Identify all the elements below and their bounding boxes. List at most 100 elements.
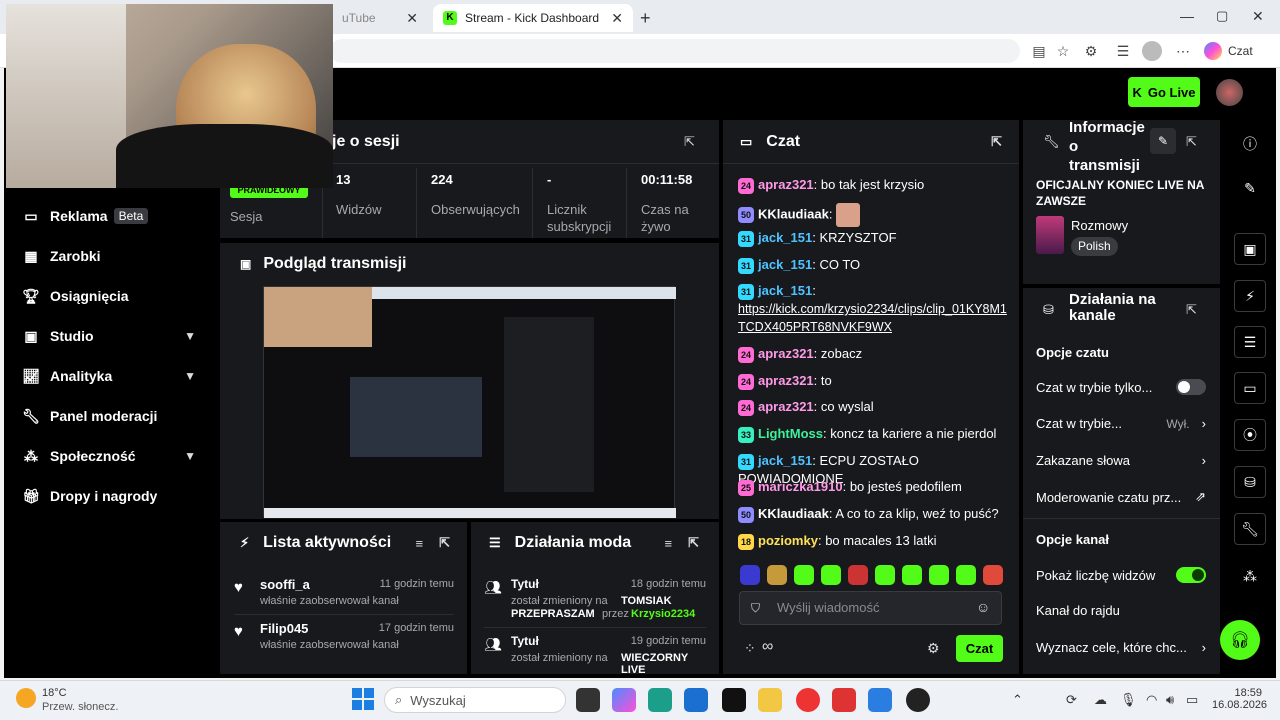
more-icon[interactable]: ⋯ xyxy=(1172,40,1194,62)
points-icon[interactable]: ⁘ xyxy=(744,640,756,657)
wrench-icon[interactable]: 🔧︎ xyxy=(1234,513,1266,545)
weather-temp[interactable]: 18°C xyxy=(42,687,67,699)
sidebar-item-analityka[interactable]: 📈︎ Analityka ▼ xyxy=(22,364,196,388)
popout-icon[interactable]: ⇱ xyxy=(688,535,699,551)
filter-icon[interactable]: ≡ xyxy=(416,536,424,551)
sidebar-item-osiagniecia[interactable]: 🏆︎ Osiągnięcia xyxy=(22,284,202,308)
mod-action-moderator[interactable]: Krzysio2234 xyxy=(631,608,695,620)
community-icon[interactable]: ⁂ xyxy=(1234,560,1266,592)
emote-icon[interactable] xyxy=(875,565,895,585)
emote-icon[interactable] xyxy=(848,565,868,585)
cloud-icon[interactable]: ☁ xyxy=(1094,692,1107,708)
emote-icon[interactable] xyxy=(821,565,841,585)
battery-icon[interactable]: ▭ xyxy=(1186,692,1198,708)
chat-username[interactable]: jack_151 xyxy=(758,283,812,298)
popout-icon[interactable]: ⇱ xyxy=(991,134,1002,150)
emote-icon[interactable] xyxy=(929,565,949,585)
sidebar-item-dropy[interactable]: 🎁︎ Dropy i nagrody xyxy=(22,484,202,508)
chat-username[interactable]: apraz321 xyxy=(758,177,814,192)
stream-preview-video[interactable] xyxy=(263,286,676,518)
chat-mode-row[interactable]: Czat w trybie... Wył. › xyxy=(1036,416,1206,431)
tab-youtube[interactable]: uTube ✕ xyxy=(332,4,428,32)
reader-icon[interactable]: ▤ xyxy=(1028,40,1050,62)
store-icon[interactable] xyxy=(684,688,708,712)
wifi-icon[interactable]: ◠ xyxy=(1146,692,1157,708)
sync-icon[interactable]: ⟳ xyxy=(1066,692,1077,708)
support-icon[interactable]: 🎧︎ xyxy=(1220,620,1260,660)
star-icon[interactable]: ☆ xyxy=(1052,40,1074,62)
taskbar-search[interactable]: ⌕ Wyszukaj xyxy=(384,687,566,713)
chat-username[interactable]: jack_151 xyxy=(758,230,812,245)
popout-icon[interactable]: ⇱ xyxy=(439,535,450,551)
clock[interactable]: 18:59 16.08.2026 xyxy=(1212,687,1267,711)
sidebar-item-spolecznosc[interactable]: ⁂ Społeczność ▼ xyxy=(22,444,196,468)
chat-username[interactable]: KKlaudiaak xyxy=(758,506,829,521)
mic-icon[interactable]: 🎙︎ xyxy=(1120,692,1137,708)
copilot-label[interactable]: Czat xyxy=(1228,44,1253,58)
favorites-icon[interactable]: ☰ xyxy=(1112,40,1134,62)
activity-user[interactable]: sooffi_a xyxy=(260,577,310,592)
banned-words-row[interactable]: Zakazane słowa › xyxy=(1036,453,1206,468)
new-tab-icon[interactable]: + xyxy=(640,8,651,29)
profile-avatar[interactable] xyxy=(1142,41,1162,61)
explorer-icon[interactable] xyxy=(758,688,782,712)
capcut-icon[interactable] xyxy=(722,688,746,712)
sidebar-item-zarobki[interactable]: ▦ Zarobki xyxy=(22,244,202,268)
sidebar-item-reklama[interactable]: ▭ Reklama Beta xyxy=(22,204,202,228)
extensions-icon[interactable]: ⚙ xyxy=(1080,40,1102,62)
copilot-icon[interactable] xyxy=(1204,42,1222,60)
weather-desc[interactable]: Przew. słonecz. xyxy=(42,701,118,713)
gear-icon[interactable]: ⚙ xyxy=(927,640,940,657)
emote-icon[interactable] xyxy=(902,565,922,585)
emoji-icon[interactable]: ☺ xyxy=(976,599,990,615)
broadcast-icon[interactable]: ⦿ xyxy=(1234,419,1266,451)
chevron-up-icon[interactable]: ⌃ xyxy=(1012,692,1023,708)
raid-channel-row[interactable]: Kanał do rajdu xyxy=(1036,603,1206,618)
emote-icon[interactable] xyxy=(740,565,760,585)
chat-username[interactable]: apraz321 xyxy=(758,399,814,414)
emote-icon[interactable] xyxy=(794,565,814,585)
chat-link[interactable]: https://kick.com/krzysio2234/clips/clip_… xyxy=(738,302,1007,334)
minimize-icon[interactable]: — xyxy=(1180,8,1194,24)
maximize-icon[interactable]: ▢ xyxy=(1216,8,1228,24)
sidebar-item-studio[interactable]: ▣ Studio ▼ xyxy=(22,324,196,348)
popout-icon[interactable]: ⇱ xyxy=(1186,302,1197,318)
close-icon[interactable]: ✕ xyxy=(406,10,418,27)
wps-icon[interactable] xyxy=(832,688,856,712)
weather-icon[interactable] xyxy=(16,688,36,708)
task-view-icon[interactable] xyxy=(576,688,600,712)
edit-icon[interactable]: ✎ xyxy=(1150,128,1176,154)
send-chat-button[interactable]: Czat xyxy=(956,635,1003,662)
chat-username[interactable]: KKlaudiaak xyxy=(758,206,829,221)
chat-username[interactable]: jack_151 xyxy=(758,257,812,272)
user-avatar[interactable] xyxy=(1216,79,1243,106)
emote-icon[interactable] xyxy=(767,565,787,585)
emote-icon[interactable] xyxy=(983,565,1003,585)
go-live-button[interactable]: K Go Live xyxy=(1128,77,1200,107)
toggle-switch[interactable] xyxy=(1176,379,1206,395)
set-goals-row[interactable]: Wyznacz cele, które chc... › xyxy=(1036,640,1206,655)
obs-icon[interactable] xyxy=(906,688,930,712)
list-icon[interactable]: ☰ xyxy=(1234,326,1266,358)
url-field[interactable] xyxy=(330,39,1020,63)
chat-icon[interactable]: ▭ xyxy=(1234,372,1266,404)
tab-kick-dashboard[interactable]: K Stream - Kick Dashboard ✕ xyxy=(433,4,633,32)
channel-icon[interactable]: ⛁ xyxy=(1234,466,1266,498)
edge-icon[interactable] xyxy=(648,688,672,712)
chat-username[interactable]: poziomky xyxy=(758,533,818,548)
chat-username[interactable]: apraz321 xyxy=(758,373,814,388)
edit-icon[interactable]: ✎ xyxy=(1234,172,1266,204)
filter-icon[interactable]: ≡ xyxy=(665,536,673,551)
copilot-taskbar-icon[interactable] xyxy=(612,688,636,712)
toggle-switch[interactable] xyxy=(1176,567,1206,583)
window-close-icon[interactable]: ✕ xyxy=(1252,8,1264,25)
category-name[interactable]: Rozmowy xyxy=(1071,218,1128,233)
lightning-icon[interactable]: ⚡︎ xyxy=(1234,280,1266,312)
chat-username[interactable]: apraz321 xyxy=(758,346,814,361)
chat-username[interactable]: jack_151 xyxy=(758,453,812,468)
sidebar-item-panel-moderacji[interactable]: 🔧︎ Panel moderacji xyxy=(22,404,202,428)
close-icon[interactable]: ✕ xyxy=(611,10,623,27)
opera-icon[interactable] xyxy=(796,688,820,712)
chat-moderation-row[interactable]: Moderowanie czatu prz... ⇗ xyxy=(1036,489,1206,505)
volume-icon[interactable]: 🔊︎ xyxy=(1166,692,1174,708)
